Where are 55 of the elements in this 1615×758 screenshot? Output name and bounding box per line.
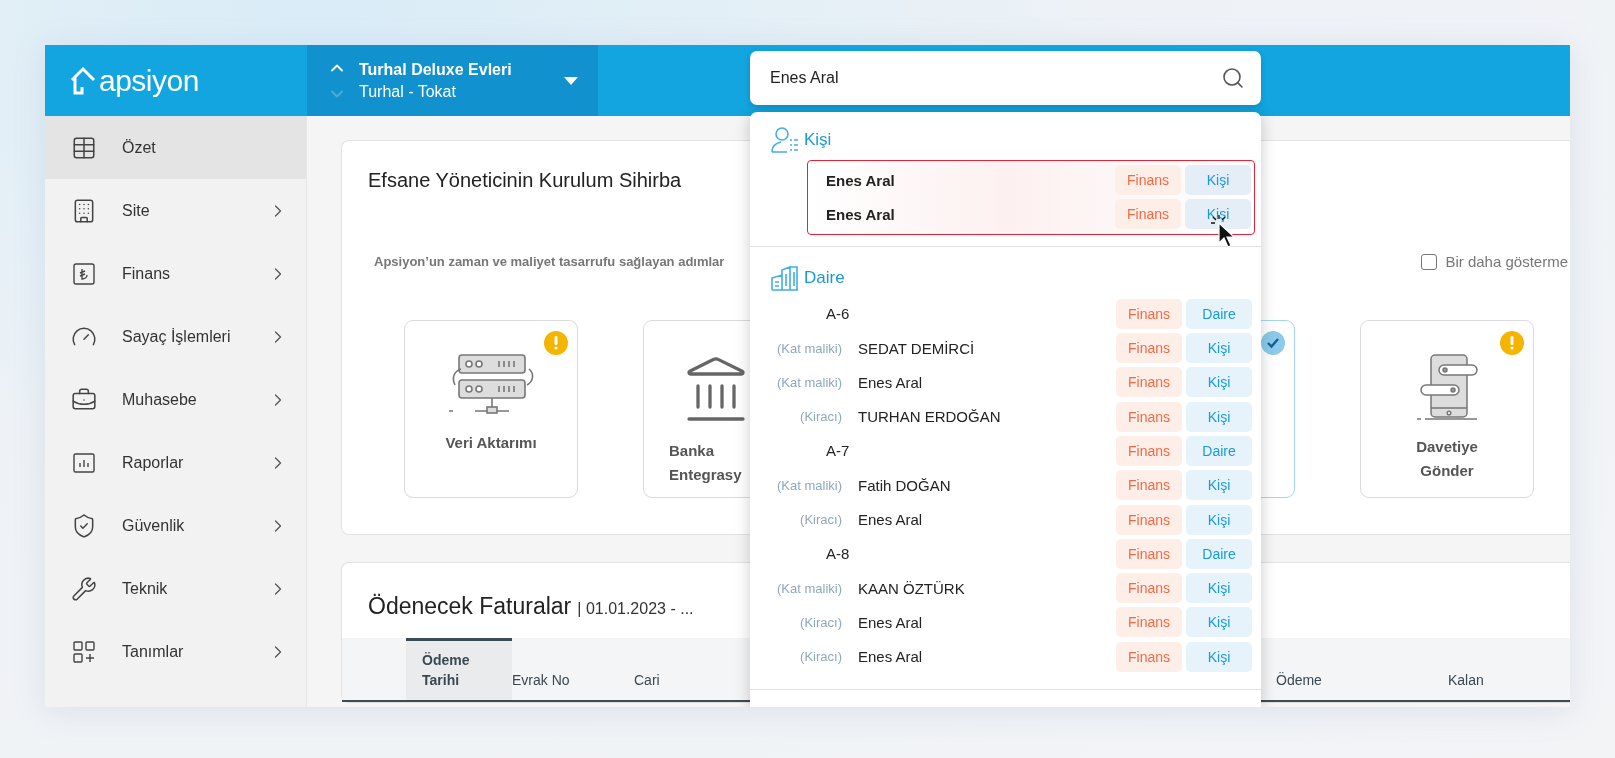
result-name[interactable]: SEDAT DEMİRCİ xyxy=(858,339,1112,357)
house-icon xyxy=(69,65,97,96)
date-range: | 01.01.2023 - ... xyxy=(577,600,694,618)
result-name[interactable]: A-8 xyxy=(750,545,1112,563)
checkbox-label: Bir daha gösterme xyxy=(1445,253,1568,270)
step-label: Banka Entegrasy xyxy=(668,441,743,485)
sidebar-item[interactable]: Raporlar xyxy=(45,431,306,494)
column-header[interactable]: Ödeme xyxy=(1276,638,1448,700)
result-name[interactable]: A-6 xyxy=(750,305,1112,323)
sidebar-item[interactable]: Sayaç İşlemleri xyxy=(45,305,306,368)
column-header[interactable]: Evrak No xyxy=(512,638,634,700)
step-label: Veri Aktarımı xyxy=(445,433,537,453)
step-card[interactable]: Davetiye Gönder xyxy=(1360,320,1534,498)
result-name[interactable]: Enes Aral xyxy=(858,511,1112,528)
search-field[interactable]: Enes Aral xyxy=(750,51,1261,105)
role-label: (Kiracı) xyxy=(799,512,842,527)
sidebar-item[interactable]: Güvenlik xyxy=(45,494,306,557)
result-name[interactable]: Fatih DOĞAN xyxy=(858,476,1112,494)
result-name[interactable]: Enes Aral xyxy=(858,648,1112,666)
column-header[interactable]: Ödeme Tarihi xyxy=(406,638,512,700)
result-name[interactable]: Enes Aral xyxy=(826,171,1111,189)
sidebar-item[interactable]: Tanımlar xyxy=(45,620,306,683)
role-label: (Kiracı) xyxy=(799,649,842,665)
sidebar-item[interactable]: Özet xyxy=(45,116,306,179)
card-title: Efsane Yöneticinin Kurulum Sihirba xyxy=(367,168,682,193)
search-icon[interactable] xyxy=(1221,66,1245,90)
sidebar-item[interactable]: Finans xyxy=(45,242,306,305)
site-selector[interactable]: Turhal Deluxe Evleri Turhal - Tokat xyxy=(359,58,598,103)
sidebar-item[interactable]: Teknik xyxy=(45,557,306,620)
grid-plus-icon xyxy=(71,638,97,665)
caret-down-icon xyxy=(564,76,578,85)
step-label: Davetiye Gönder xyxy=(1415,437,1479,481)
sidebar-item[interactable]: Muhasebe xyxy=(45,368,306,431)
result-name[interactable]: KAAN ÖZTÜRK xyxy=(858,579,1112,597)
phone-chat-icon xyxy=(1415,353,1479,421)
sidebar-item[interactable]: Site xyxy=(45,179,306,242)
card-title: Ödenecek Faturalar xyxy=(368,593,572,620)
section-title: Daire xyxy=(804,267,845,288)
column-header[interactable]: Kalan xyxy=(1448,638,1570,700)
checkbox[interactable] xyxy=(1421,253,1438,270)
section-title: Kişi xyxy=(804,130,832,150)
result-name[interactable]: Enes Aral xyxy=(858,373,1112,391)
wrench-icon xyxy=(71,575,97,602)
result-name[interactable]: TURHAN ERDOĞAN xyxy=(858,408,1112,426)
card-subtitle: Apsiyon’un zaman ve maliyet tasarrufu sağlayan adımlar xyxy=(374,254,725,269)
role-label: (Kat maliki) xyxy=(776,580,842,596)
step-card[interactable]: Veri Aktarımı xyxy=(404,320,578,498)
lira-icon xyxy=(71,260,97,287)
result-name[interactable]: Enes Aral xyxy=(826,205,1111,223)
table-icon xyxy=(71,134,97,161)
logo-text: apsiyon xyxy=(99,65,199,96)
role-label: (Kiracı) xyxy=(799,614,842,630)
person-list-icon xyxy=(770,126,800,154)
result-name[interactable]: Enes Aral xyxy=(858,613,1112,631)
building-icon xyxy=(770,263,800,292)
